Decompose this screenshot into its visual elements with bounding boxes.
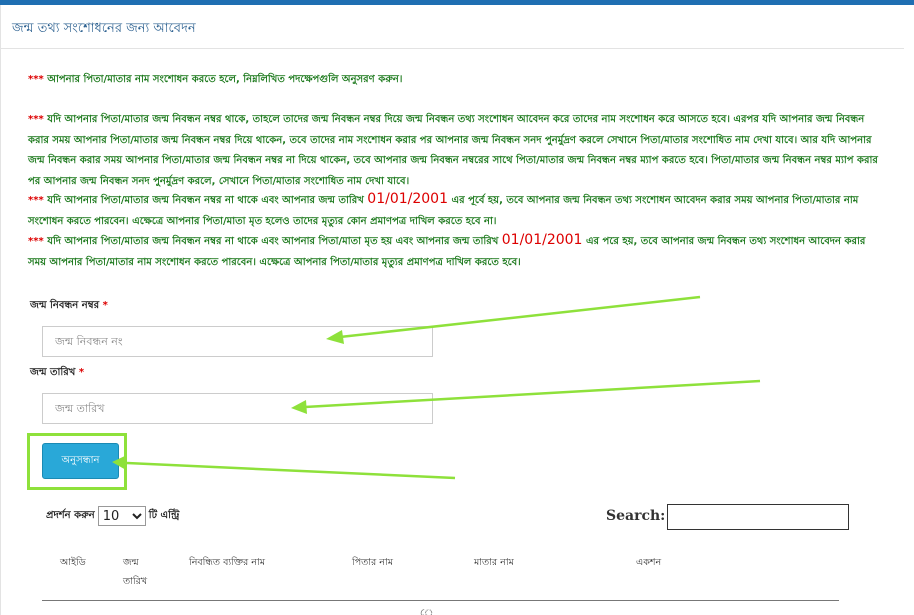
notice-marker: *** [28,114,44,125]
notice-text-before: যদি আপনার পিতা/মাতার জন্ম নিবন্ধন নম্বর … [47,236,499,247]
column-header-mother[interactable]: মাতার নাম [474,553,514,572]
table-empty-message: ে [420,608,434,615]
column-header-action[interactable]: একশন [636,553,661,572]
required-mark: * [78,367,85,378]
notice-2: *** যদি আপনার পিতা/মাতার জন্ম নিবন্ধন নম… [28,110,878,192]
column-header-father[interactable]: পিতার নাম [352,553,393,572]
dob-label: জন্ম তারিখ * [30,365,84,382]
dob-input[interactable] [42,393,433,424]
page-length-select[interactable]: 10 [97,506,146,526]
page-title: জন্ম তথ্য সংশোধনের জন্য আবেদন [12,21,196,36]
column-header-dob[interactable]: জন্ম তারিখ [123,553,157,591]
show-label: প্রদর্শন করুন [46,509,95,521]
notice-marker: *** [28,74,44,85]
notice-1: *** আপনার পিতা/মাতার নাম সংশোধন করতে হলে… [28,70,878,91]
brn-input[interactable] [42,326,433,357]
notice-3: *** যদি আপনার পিতা/মাতার জন্ম নিবন্ধন নম… [28,189,878,232]
table-search-input[interactable] [667,504,849,530]
notice-marker: *** [28,236,44,247]
notice-text: যদি আপনার পিতা/মাতার জন্ম নিবন্ধন নম্বর … [28,114,878,187]
entries-label: টি এন্ট্রি [148,509,180,521]
notice-date: 01/01/2001 [501,232,583,248]
search-button[interactable]: অনুসন্ধান [42,443,119,479]
notice-marker: *** [28,195,44,206]
brn-label: জন্ম নিবন্ধন নম্বর * [30,298,108,315]
table-search-label: Search: [606,508,666,524]
notice-text-before: যদি আপনার পিতা/মাতার জন্ম নিবন্ধন নম্বর … [47,195,364,206]
notice-text: আপনার পিতা/মাতার নাম সংশোধন করতে হলে, নি… [47,74,403,85]
dob-label-text: জন্ম তারিখ [30,367,76,378]
panel-header: জন্ম তথ্য সংশোধনের জন্য আবেদন [0,5,904,49]
required-mark: * [102,300,108,311]
column-header-name[interactable]: নিবন্ধিত ব্যক্তির নাম [189,553,265,572]
notice-4: *** যদি আপনার পিতা/মাতার জন্ম নিবন্ধন নম… [28,230,878,273]
brn-label-text: জন্ম নিবন্ধন নম্বর [30,300,100,311]
column-header-id[interactable]: আইডি [60,553,86,572]
page-length-control: প্রদর্শন করুন 10 টি এন্ট্রি [46,506,179,526]
table-header-rule [42,600,839,601]
notice-date: 01/01/2001 [367,191,448,207]
